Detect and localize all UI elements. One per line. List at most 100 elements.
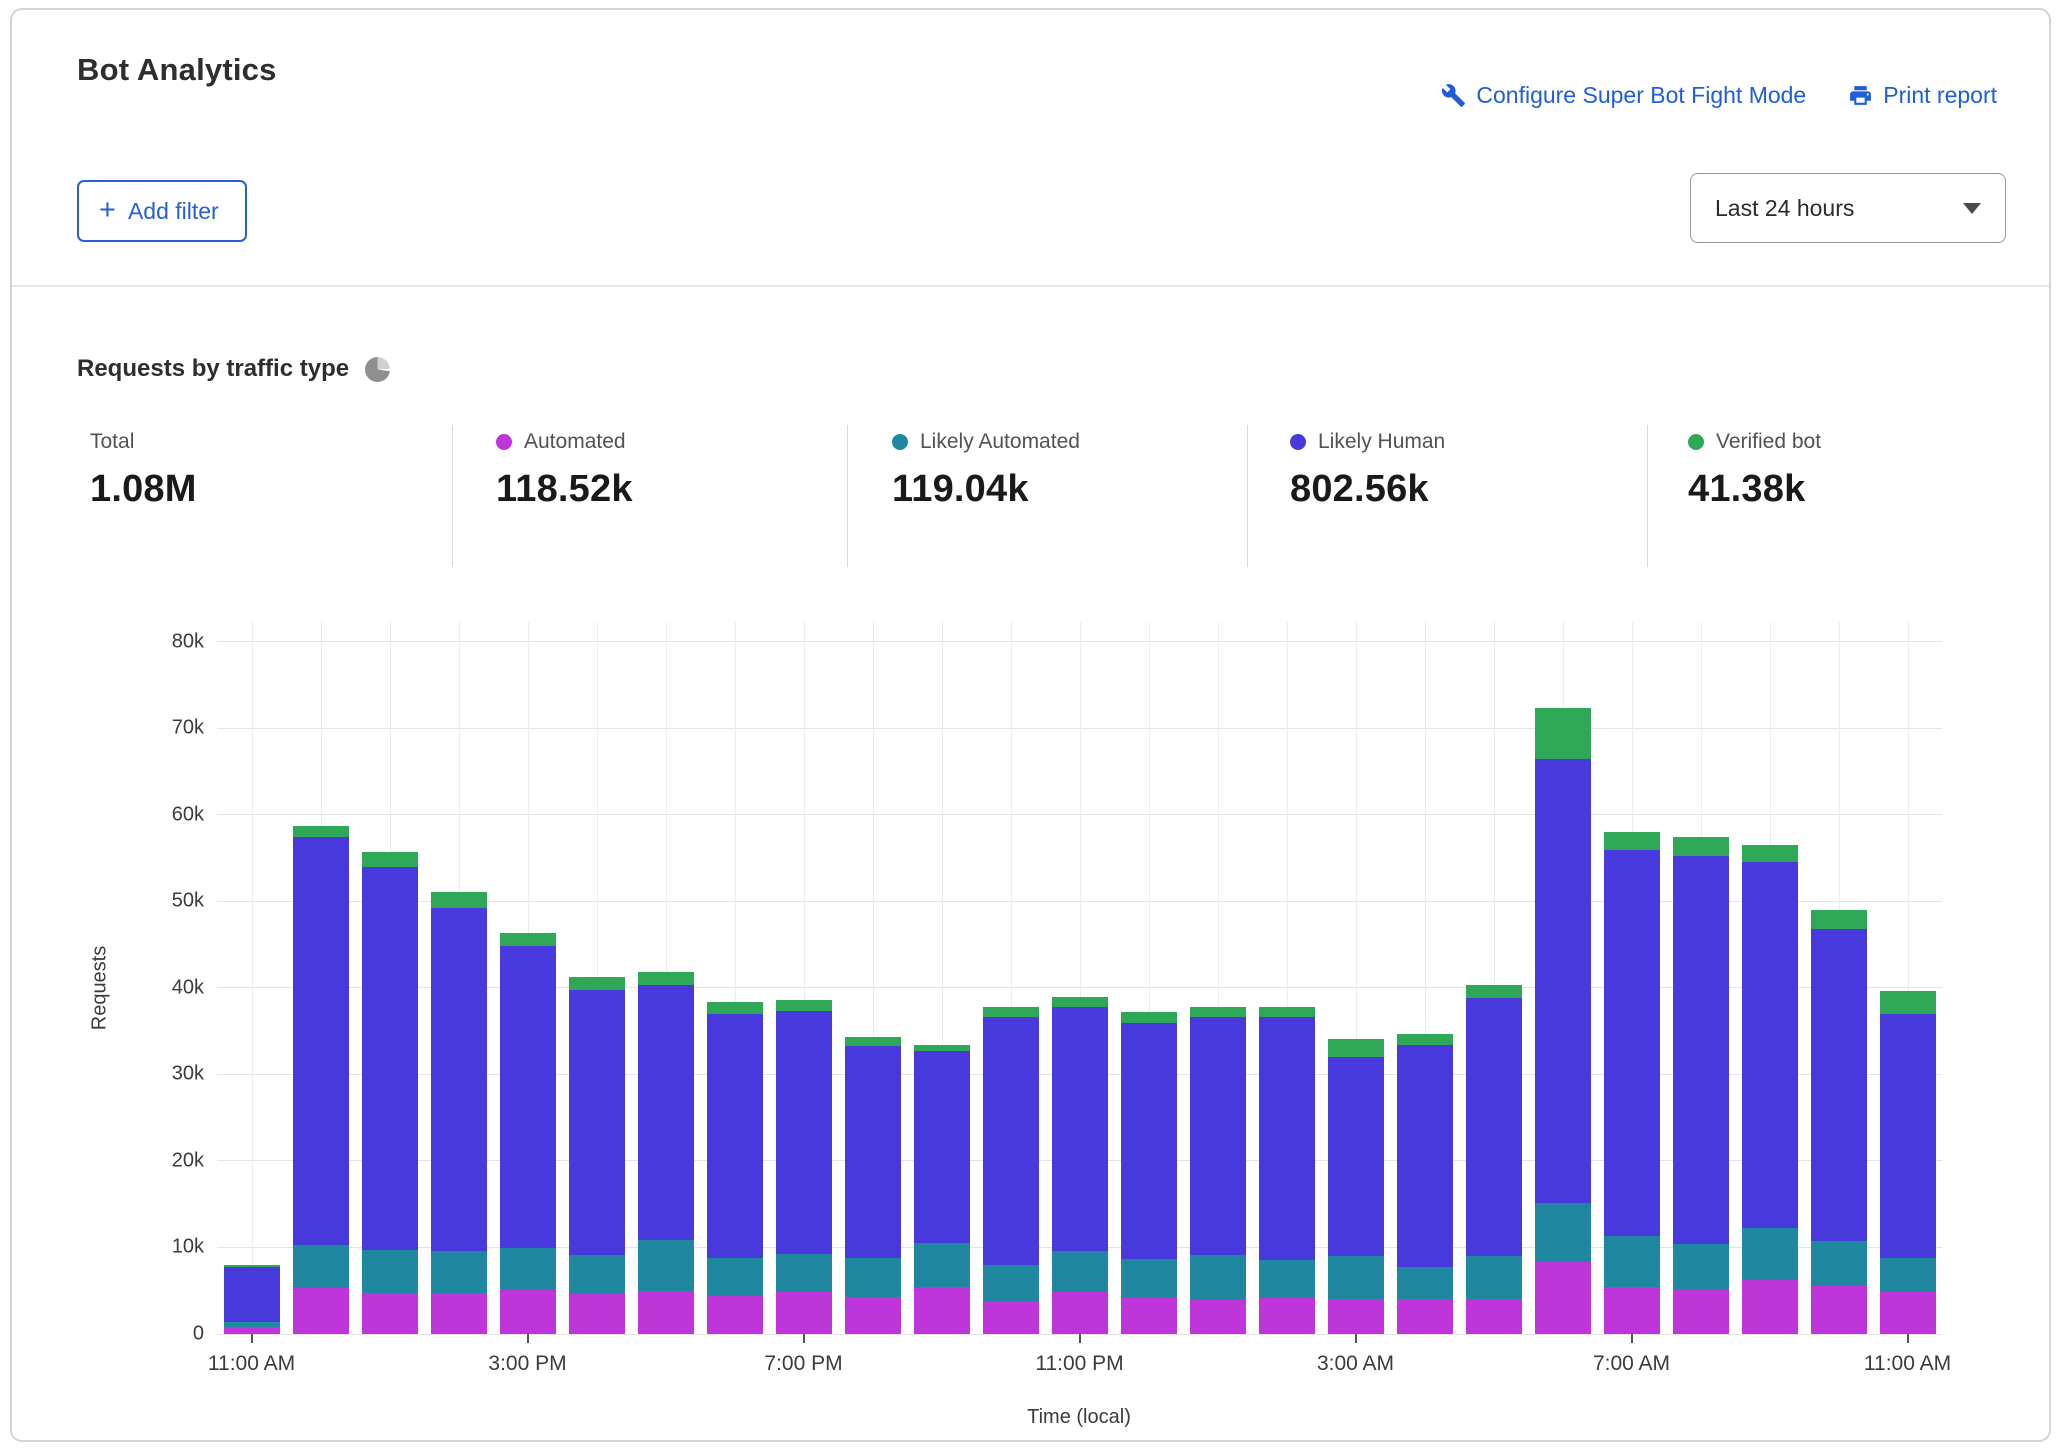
bar-4-segment-likely-human[interactable] xyxy=(500,946,556,1249)
bar-12-segment-automated[interactable] xyxy=(1052,1292,1108,1334)
bar-10-segment-automated[interactable] xyxy=(914,1287,970,1334)
bar-19-segment-likely-automated[interactable] xyxy=(1535,1203,1591,1263)
bar-15-segment-automated[interactable] xyxy=(1259,1298,1315,1334)
bar-3-segment-likely-automated[interactable] xyxy=(431,1251,487,1293)
bar-22-segment-likely-human[interactable] xyxy=(1742,862,1798,1229)
bar-17-segment-verified-bot[interactable] xyxy=(1397,1034,1453,1045)
bar-11-segment-verified-bot[interactable] xyxy=(983,1007,1039,1017)
bar-11-segment-automated[interactable] xyxy=(983,1301,1039,1334)
bar-6-segment-automated[interactable] xyxy=(638,1291,694,1334)
bar-17-segment-automated[interactable] xyxy=(1397,1299,1453,1334)
bar-18-segment-likely-automated[interactable] xyxy=(1466,1256,1522,1299)
bar-18-segment-automated[interactable] xyxy=(1466,1299,1522,1334)
bar-14-segment-likely-automated[interactable] xyxy=(1190,1255,1246,1300)
bar-22-segment-automated[interactable] xyxy=(1742,1280,1798,1334)
bar-7-segment-verified-bot[interactable] xyxy=(707,1002,763,1014)
bar-7-segment-likely-human[interactable] xyxy=(707,1014,763,1258)
bar-10-segment-likely-automated[interactable] xyxy=(914,1243,970,1287)
bar-21-segment-likely-automated[interactable] xyxy=(1673,1244,1729,1290)
bar-0-segment-automated[interactable] xyxy=(224,1327,280,1334)
bar-17-segment-likely-human[interactable] xyxy=(1397,1045,1453,1266)
bar-8-segment-likely-automated[interactable] xyxy=(776,1254,832,1293)
bar-1-segment-verified-bot[interactable] xyxy=(293,826,349,836)
bar-13-segment-likely-human[interactable] xyxy=(1121,1023,1177,1259)
bar-11-segment-likely-human[interactable] xyxy=(983,1017,1039,1265)
bar-10-segment-likely-human[interactable] xyxy=(914,1051,970,1243)
bar-19-segment-automated[interactable] xyxy=(1535,1262,1591,1334)
bar-6-segment-likely-automated[interactable] xyxy=(638,1240,694,1291)
bar-22-segment-verified-bot[interactable] xyxy=(1742,845,1798,861)
bar-24-segment-verified-bot[interactable] xyxy=(1880,991,1936,1013)
bar-5-segment-likely-automated[interactable] xyxy=(569,1255,625,1294)
bar-6-segment-likely-human[interactable] xyxy=(638,985,694,1239)
bar-22-segment-likely-automated[interactable] xyxy=(1742,1228,1798,1280)
bar-13-segment-automated[interactable] xyxy=(1121,1298,1177,1334)
bar-5-segment-verified-bot[interactable] xyxy=(569,977,625,990)
bar-9-segment-verified-bot[interactable] xyxy=(845,1037,901,1046)
add-filter-button[interactable]: + Add filter xyxy=(77,180,247,242)
bar-18-segment-verified-bot[interactable] xyxy=(1466,985,1522,998)
bar-24-segment-likely-human[interactable] xyxy=(1880,1014,1936,1258)
bar-18-segment-likely-human[interactable] xyxy=(1466,998,1522,1256)
bar-24-segment-automated[interactable] xyxy=(1880,1292,1936,1334)
bar-15-segment-verified-bot[interactable] xyxy=(1259,1007,1315,1017)
bar-0-segment-likely-automated[interactable] xyxy=(224,1322,280,1327)
bar-20-segment-likely-automated[interactable] xyxy=(1604,1236,1660,1287)
bar-4-segment-verified-bot[interactable] xyxy=(500,933,556,946)
bar-15-segment-likely-automated[interactable] xyxy=(1259,1260,1315,1298)
bar-9-segment-likely-automated[interactable] xyxy=(845,1258,901,1297)
bar-14-segment-likely-human[interactable] xyxy=(1190,1017,1246,1256)
bar-15-segment-likely-human[interactable] xyxy=(1259,1017,1315,1259)
bar-21-segment-likely-human[interactable] xyxy=(1673,856,1729,1244)
bar-2-segment-likely-automated[interactable] xyxy=(362,1250,418,1293)
bar-0-segment-verified-bot[interactable] xyxy=(224,1265,280,1268)
bar-20-segment-likely-human[interactable] xyxy=(1604,850,1660,1237)
bar-12-segment-likely-human[interactable] xyxy=(1052,1007,1108,1251)
bar-9-segment-automated[interactable] xyxy=(845,1297,901,1334)
bar-16-segment-verified-bot[interactable] xyxy=(1328,1039,1384,1057)
bar-2-segment-automated[interactable] xyxy=(362,1293,418,1334)
time-range-select[interactable]: Last 24 hours xyxy=(1690,173,2006,243)
bar-16-segment-likely-automated[interactable] xyxy=(1328,1256,1384,1298)
bar-23-segment-verified-bot[interactable] xyxy=(1811,910,1867,929)
bar-19-segment-verified-bot[interactable] xyxy=(1535,708,1591,759)
bar-21-segment-verified-bot[interactable] xyxy=(1673,837,1729,856)
bar-11-segment-likely-automated[interactable] xyxy=(983,1265,1039,1301)
bar-0-segment-likely-human[interactable] xyxy=(224,1267,280,1322)
bar-8-segment-verified-bot[interactable] xyxy=(776,1000,832,1011)
bar-10-segment-verified-bot[interactable] xyxy=(914,1045,970,1051)
configure-super-bot-fight-mode-link[interactable]: Configure Super Bot Fight Mode xyxy=(1441,82,1806,109)
bar-4-segment-likely-automated[interactable] xyxy=(500,1248,556,1290)
bar-9-segment-likely-human[interactable] xyxy=(845,1046,901,1258)
bar-21-segment-automated[interactable] xyxy=(1673,1290,1729,1334)
bar-5-segment-likely-human[interactable] xyxy=(569,990,625,1256)
bar-5-segment-automated[interactable] xyxy=(569,1294,625,1334)
bar-1-segment-likely-human[interactable] xyxy=(293,837,349,1245)
bar-3-segment-likely-human[interactable] xyxy=(431,908,487,1251)
bar-7-segment-likely-automated[interactable] xyxy=(707,1258,763,1296)
bar-24-segment-likely-automated[interactable] xyxy=(1880,1258,1936,1293)
bar-6-segment-verified-bot[interactable] xyxy=(638,972,694,986)
bar-20-segment-verified-bot[interactable] xyxy=(1604,832,1660,849)
bar-23-segment-likely-human[interactable] xyxy=(1811,929,1867,1241)
bar-16-segment-automated[interactable] xyxy=(1328,1299,1384,1334)
print-report-link[interactable]: Print report xyxy=(1848,82,1997,109)
bar-2-segment-verified-bot[interactable] xyxy=(362,852,418,867)
bar-16-segment-likely-human[interactable] xyxy=(1328,1057,1384,1256)
bar-1-segment-likely-automated[interactable] xyxy=(293,1245,349,1288)
bar-13-segment-verified-bot[interactable] xyxy=(1121,1012,1177,1022)
bar-4-segment-automated[interactable] xyxy=(500,1290,556,1334)
bar-12-segment-verified-bot[interactable] xyxy=(1052,997,1108,1007)
bar-1-segment-automated[interactable] xyxy=(293,1288,349,1334)
bar-12-segment-likely-automated[interactable] xyxy=(1052,1251,1108,1292)
bar-13-segment-likely-automated[interactable] xyxy=(1121,1259,1177,1298)
bar-14-segment-verified-bot[interactable] xyxy=(1190,1007,1246,1017)
bar-3-segment-automated[interactable] xyxy=(431,1293,487,1334)
bar-14-segment-automated[interactable] xyxy=(1190,1300,1246,1334)
bar-2-segment-likely-human[interactable] xyxy=(362,867,418,1250)
bar-8-segment-likely-human[interactable] xyxy=(776,1011,832,1253)
bar-7-segment-automated[interactable] xyxy=(707,1296,763,1334)
bar-23-segment-automated[interactable] xyxy=(1811,1286,1867,1334)
bar-23-segment-likely-automated[interactable] xyxy=(1811,1241,1867,1285)
bar-19-segment-likely-human[interactable] xyxy=(1535,759,1591,1203)
